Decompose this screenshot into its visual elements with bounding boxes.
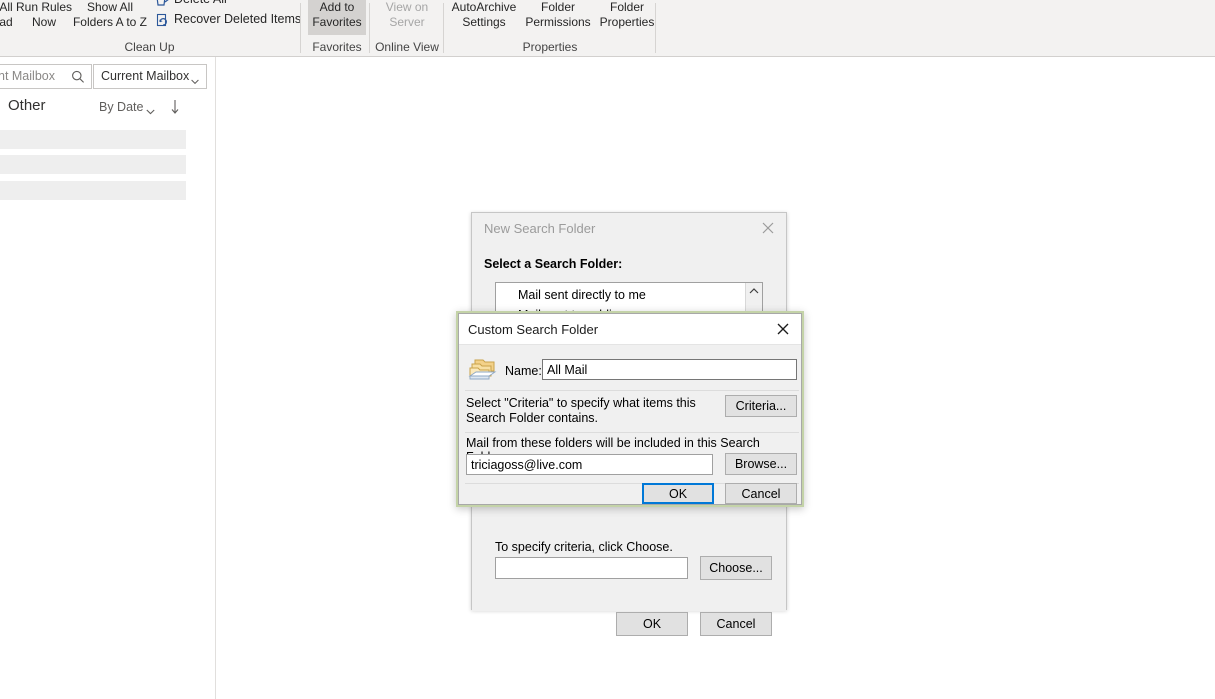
ribbon-group-properties: AutoArchive Settings Folder Permissions …	[446, 0, 655, 56]
name-input-value: All Mail	[547, 363, 588, 377]
ribbon-button-show-all-folders[interactable]: Show All Folders A to Z	[68, 0, 152, 30]
ribbon-group-label-favorites: Favorites	[312, 40, 362, 54]
divider	[465, 432, 799, 433]
ribbon-group-cleanup: All ad Run Rules Now Show All Folders A …	[0, 0, 301, 56]
chevron-down-icon[interactable]	[191, 74, 199, 88]
ok-button[interactable]: OK	[616, 612, 688, 636]
list-item[interactable]	[0, 155, 186, 174]
new-search-folder-titlebar[interactable]: New Search Folder	[472, 213, 786, 244]
ribbon-group-online-view: View on Server Online View	[372, 0, 442, 56]
sort-row: Other By Date	[0, 95, 216, 123]
criteria-hint-label: To specify criteria, click Choose.	[495, 540, 673, 554]
custom-search-folder-inner: Custom Search Folder Name: All Mail Sele…	[458, 313, 802, 505]
folders-input[interactable]: triciagoss@live.com	[466, 454, 713, 475]
ribbon-button-folder-properties[interactable]: Folder Properties	[594, 0, 660, 30]
ribbon-button-recover-deleted-items[interactable]: Recover Deleted Items	[174, 11, 301, 28]
custom-search-folder-title: Custom Search Folder	[468, 322, 599, 337]
criteria-description: Select "Criteria" to specify what items …	[466, 396, 696, 425]
tab-other[interactable]: Other	[8, 97, 46, 114]
ok-button[interactable]: OK	[642, 483, 714, 504]
ribbon-separator-2	[369, 3, 370, 53]
chevron-up-icon[interactable]	[746, 283, 762, 299]
mail-list-pane: nt Mailbox Current Mailbox Other By Date	[0, 57, 216, 699]
search-placeholder-text: nt Mailbox	[0, 69, 55, 83]
browse-button[interactable]: Browse...	[725, 453, 797, 475]
search-scope-dropdown[interactable]: Current Mailbox	[93, 64, 207, 89]
search-input[interactable]: nt Mailbox	[0, 64, 92, 89]
folders-input-value: triciagoss@live.com	[471, 458, 583, 472]
criteria-input[interactable]	[495, 557, 688, 579]
cancel-button[interactable]: Cancel	[700, 612, 772, 636]
sort-direction-icon[interactable]	[170, 99, 180, 118]
sort-by-dropdown[interactable]: By Date	[99, 100, 143, 114]
recover-deleted-items-icon	[155, 12, 171, 28]
name-input[interactable]: All Mail	[542, 359, 797, 380]
ribbon-button-add-to-favorites[interactable]: Add to Favorites	[308, 0, 366, 35]
list-item[interactable]	[0, 181, 186, 200]
choose-button[interactable]: Choose...	[700, 556, 772, 580]
divider	[465, 390, 799, 391]
custom-search-folder-dialog: Custom Search Folder Name: All Mail Sele…	[456, 311, 804, 507]
ribbon-button-delete-all[interactable]: Delete All	[174, 0, 227, 8]
select-a-search-folder-label: Select a Search Folder:	[484, 257, 623, 271]
name-label: Name:	[505, 364, 542, 378]
folder-stack-icon	[468, 356, 504, 386]
custom-search-folder-titlebar[interactable]: Custom Search Folder	[459, 314, 801, 345]
chevron-down-icon[interactable]	[146, 104, 155, 118]
list-item[interactable]: Mail sent directly to me	[518, 288, 646, 302]
ribbon-button-view-on-server: View on Server	[385, 0, 429, 29]
list-item[interactable]	[0, 130, 186, 149]
search-row: nt Mailbox Current Mailbox	[0, 64, 207, 89]
ribbon-separator-1	[300, 3, 301, 53]
ribbon-group-label-properties: Properties	[522, 40, 578, 54]
ribbon-button-folder-permissions[interactable]: Folder Permissions	[522, 0, 594, 30]
search-icon[interactable]	[70, 69, 86, 88]
ribbon-separator-4	[655, 3, 656, 53]
search-scope-label: Current Mailbox	[101, 69, 190, 83]
close-icon[interactable]	[754, 217, 782, 239]
ribbon-group-favorites: Add to Favorites Favorites	[306, 0, 368, 56]
criteria-button[interactable]: Criteria...	[725, 395, 797, 417]
cancel-button[interactable]: Cancel	[725, 483, 797, 504]
ribbon: All ad Run Rules Now Show All Folders A …	[0, 0, 1215, 57]
delete-all-icon	[155, 0, 171, 9]
new-search-folder-title: New Search Folder	[484, 221, 596, 236]
ribbon-separator-3	[443, 3, 444, 53]
ribbon-button-autoarchive-settings[interactable]: AutoArchive Settings	[446, 0, 522, 30]
close-icon[interactable]	[768, 317, 798, 341]
ribbon-group-label-online-view: Online View	[375, 40, 439, 54]
ribbon-group-label-cleanup: Clean Up	[124, 40, 175, 54]
